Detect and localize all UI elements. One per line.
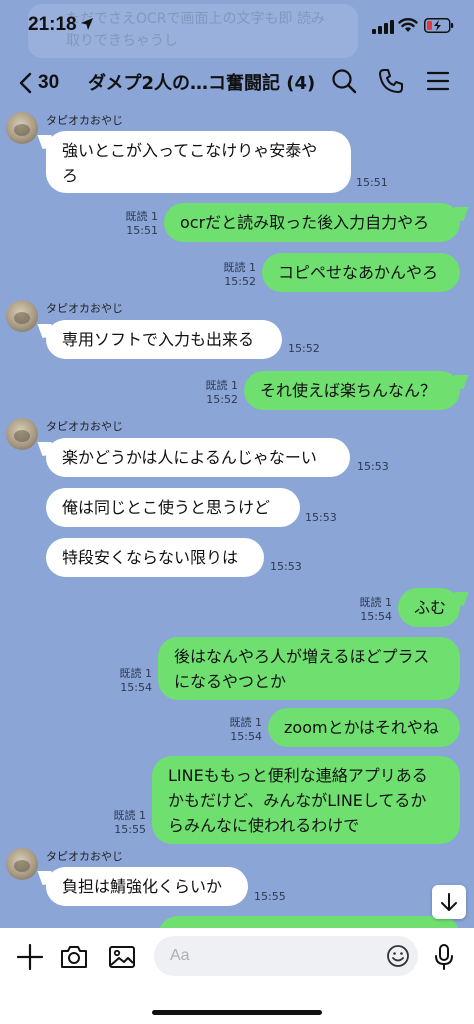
message-line: 俺は同じとこ使うと思うけど <box>62 498 271 517</box>
message-time: 15:53 <box>270 560 302 573</box>
message-line: 専用ソフトで入力も出来る <box>62 330 255 349</box>
message-bubble-outgoing[interactable]: コピペせなあかんやろ <box>262 253 460 292</box>
chevron-left-icon <box>19 72 32 94</box>
message-line: 楽かどうかは人によるんじゃなーい <box>62 448 317 467</box>
home-indicator[interactable] <box>152 1010 322 1015</box>
search-icon[interactable] <box>330 67 358 95</box>
chat-title: ダメプ2人の…コ奮闘記 (4) <box>88 73 316 94</box>
message-bubble-outgoing[interactable]: 後はなんやろ人が増えるほどプラス になるやつとか <box>158 637 460 700</box>
message-line: 負担は鯖強化くらいか <box>62 877 223 896</box>
avatar[interactable] <box>6 848 38 880</box>
read-receipt: 既読 1 15:52 <box>205 379 239 406</box>
message-bubble-incoming[interactable]: 強いとこが入ってこなけりゃ安泰や ろ <box>46 131 351 193</box>
back-button[interactable]: 30 <box>18 68 78 98</box>
cellular-signal-icon <box>372 20 394 34</box>
message-time: 15:51 <box>356 176 388 189</box>
read-receipt: 既読 1 15:54 <box>229 716 263 743</box>
message-bubble-incoming[interactable]: 楽かどうかは人によるんじゃなーい <box>46 438 350 477</box>
message-line: ろ <box>62 166 79 185</box>
read-receipt: 既読 1 15:52 <box>223 261 257 288</box>
sender-name: タピオカおやじ <box>46 850 123 863</box>
microphone-icon[interactable] <box>429 942 459 972</box>
message-line: 強いとこが入ってこなけりゃ安泰や <box>62 141 318 160</box>
read-receipt: 既読 1 15:54 <box>359 596 393 623</box>
read-receipt: 既読 1 15:51 <box>125 210 159 237</box>
message-line: コピペせなあかんやろ <box>278 263 439 282</box>
status-bar: ただでさえOCRで画面上の文字も即 読み取りできちゃうし 21:18 <box>0 0 474 58</box>
emoji-icon[interactable] <box>386 944 410 968</box>
message-line: らみんなに使われるわけで <box>168 816 360 835</box>
message-time: 15:55 <box>254 890 286 903</box>
message-bubble-incoming[interactable]: 負担は鯖強化くらいか <box>46 867 248 906</box>
battery-low-icon <box>424 18 454 33</box>
clock: 21:18 <box>28 14 77 35</box>
message-bubble-outgoing[interactable]: それ使えば楽ちんなん？ <box>244 371 460 410</box>
message-line: かもだけど、みんながLINEしてるか <box>168 791 427 810</box>
message-line: になるやつとか <box>174 672 287 691</box>
message-bubble-outgoing[interactable]: zoomとかはそれやね <box>268 708 460 747</box>
notification-banner-ghost: ただでさえOCRで画面上の文字も即 読み取りできちゃうし <box>28 4 358 58</box>
image-icon[interactable] <box>107 942 137 972</box>
message-bubble-outgoing[interactable]: ふむ <box>398 588 460 627</box>
scroll-to-bottom-button[interactable] <box>432 885 466 919</box>
message-bubble-incoming[interactable]: 俺は同じとこ使うと思うけど <box>46 488 300 527</box>
message-input-field[interactable] <box>154 936 418 976</box>
avatar[interactable] <box>6 300 38 332</box>
message-bubble-incoming[interactable]: 専用ソフトで入力も出来る <box>46 320 282 359</box>
read-receipt: 既読 1 15:55 <box>113 809 147 836</box>
avatar[interactable] <box>6 112 38 144</box>
message-time: 15:53 <box>357 460 389 473</box>
read-receipt: 既読 1 15:54 <box>119 667 153 694</box>
message-line: ocrだと読み取った後入力自力やろ <box>180 213 430 232</box>
wifi-icon <box>398 18 418 32</box>
message-time: 15:52 <box>288 342 320 355</box>
unread-count: 30 <box>38 72 60 93</box>
chat-header: 30 ダメプ2人の…コ奮闘記 (4) <box>0 58 474 106</box>
message-line: それ使えば楽ちんなん？ <box>260 381 437 400</box>
phone-icon[interactable] <box>377 67 405 95</box>
sender-name: タピオカおやじ <box>46 302 123 315</box>
message-bubble-outgoing[interactable]: LINEももっと便利な連絡アプリある かもだけど、みんながLINEしてるか らみ… <box>152 756 460 844</box>
message-line: LINEももっと便利な連絡アプリある <box>168 766 428 785</box>
sender-name: タピオカおやじ <box>46 114 123 127</box>
arrow-down-icon <box>441 893 457 911</box>
camera-icon[interactable] <box>59 942 89 972</box>
message-line: ふむ <box>414 598 447 617</box>
message-line: 後はなんやろ人が増えるほどプラス <box>174 647 430 666</box>
message-line: 特段安くならない限りは <box>62 548 239 567</box>
message-input[interactable] <box>170 944 370 968</box>
menu-icon[interactable] <box>424 67 452 95</box>
message-bubble-incoming[interactable]: 特段安くならない限りは <box>46 538 264 577</box>
location-arrow-icon <box>81 18 93 30</box>
plus-icon[interactable] <box>15 942 45 972</box>
message-line: zoomとかはそれやね <box>284 718 439 737</box>
avatar[interactable] <box>6 418 38 450</box>
sender-name: タピオカおやじ <box>46 420 123 433</box>
message-bubble-outgoing[interactable]: ocrだと読み取った後入力自力やろ <box>164 203 460 242</box>
message-time: 15:53 <box>305 511 337 524</box>
